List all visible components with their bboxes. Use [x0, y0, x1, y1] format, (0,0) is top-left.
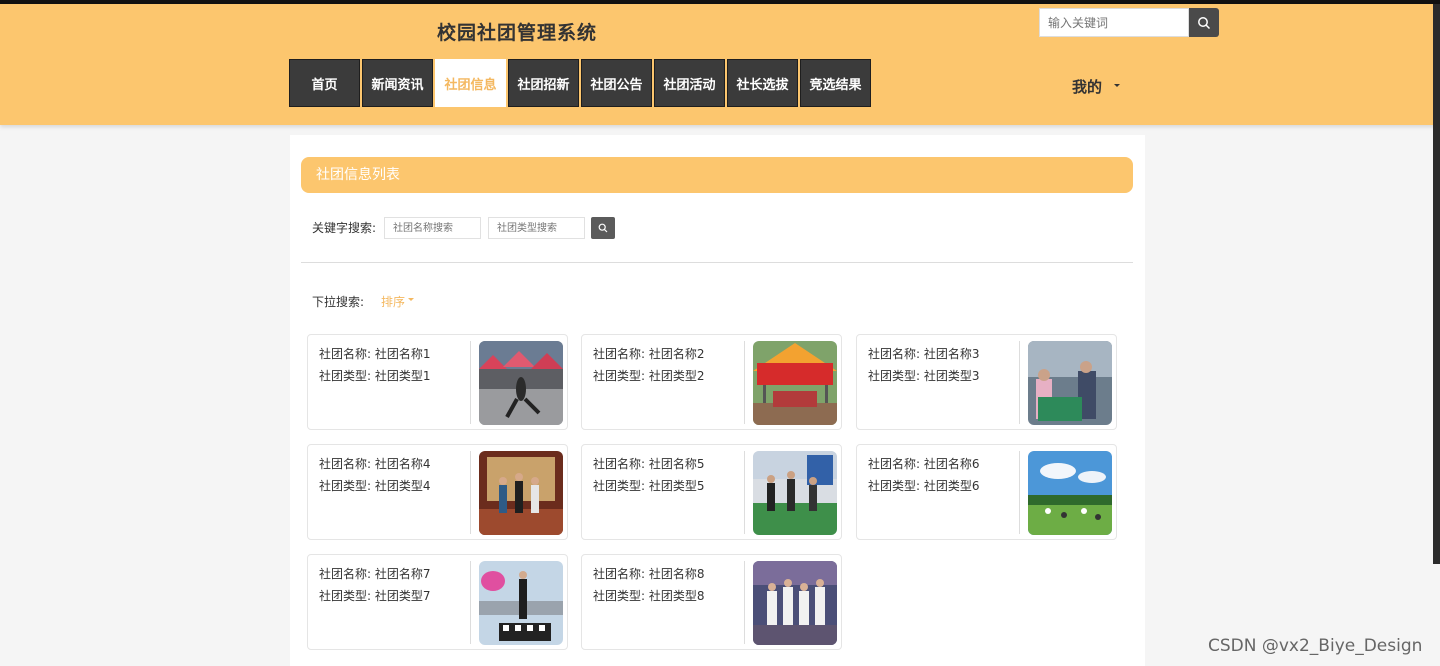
- club-name: 社团名称: 社团名称2: [593, 347, 705, 361]
- club-card[interactable]: 社团名称: 社团名称1 社团类型: 社团类型1: [307, 334, 568, 430]
- club-name-search-input[interactable]: [384, 217, 481, 239]
- keyword-search-label: 关键字搜索:: [312, 221, 377, 235]
- club-type-search-input[interactable]: [488, 217, 585, 239]
- site-search-input[interactable]: [1039, 8, 1189, 37]
- search-icon: [1198, 16, 1211, 29]
- club-card[interactable]: 社团名称: 社团名称8 社团类型: 社团类型8: [581, 554, 842, 650]
- user-menu[interactable]: 我的: [1072, 76, 1102, 97]
- club-name: 社团名称: 社团名称8: [593, 567, 705, 581]
- watermark: CSDN @vx2_Biye_Design: [1208, 636, 1423, 656]
- scrollbar[interactable]: [1433, 4, 1440, 564]
- club-photo[interactable]: [753, 561, 837, 645]
- club-card[interactable]: 社团名称: 社团名称2 社团类型: 社团类型2: [581, 334, 842, 430]
- site-title: 校园社团管理系统: [437, 22, 598, 44]
- club-type: 社团类型: 社团类型7: [319, 589, 431, 603]
- card-divider: [744, 561, 745, 644]
- card-divider: [744, 341, 745, 424]
- club-type: 社团类型: 社团类型1: [319, 369, 431, 383]
- club-type: 社团类型: 社团类型6: [868, 479, 980, 493]
- club-card[interactable]: 社团名称: 社团名称7 社团类型: 社团类型7: [307, 554, 568, 650]
- club-name: 社团名称: 社团名称3: [868, 347, 980, 361]
- club-photo[interactable]: [1028, 341, 1112, 425]
- club-photo[interactable]: [1028, 451, 1112, 535]
- card-divider: [470, 561, 471, 644]
- nav-activity[interactable]: 社团活动: [654, 59, 725, 107]
- divider: [301, 262, 1133, 263]
- nav-club-info[interactable]: 社团信息: [435, 59, 506, 107]
- club-card[interactable]: 社团名称: 社团名称5 社团类型: 社团类型5: [581, 444, 842, 540]
- main-nav: 首页 新闻资讯 社团信息 社团招新 社团公告 社团活动 社长选拔 竞选结果: [289, 59, 873, 107]
- nav-notice[interactable]: 社团公告: [581, 59, 652, 107]
- club-type: 社团类型: 社团类型2: [593, 369, 705, 383]
- nav-election[interactable]: 社长选拔: [727, 59, 798, 107]
- club-name: 社团名称: 社团名称7: [319, 567, 431, 581]
- club-name: 社团名称: 社团名称5: [593, 457, 705, 471]
- club-type: 社团类型: 社团类型3: [868, 369, 980, 383]
- nav-news[interactable]: 新闻资讯: [362, 59, 433, 107]
- card-divider: [470, 451, 471, 534]
- dropdown-search-label: 下拉搜索:: [312, 295, 365, 309]
- club-card[interactable]: 社团名称: 社团名称6 社团类型: 社团类型6: [856, 444, 1117, 540]
- list-title: 社团信息列表: [301, 157, 1133, 193]
- main-panel: 社团信息列表 关键字搜索: 下拉搜索: 排序 社团名称: 社团名称1 社团类型: …: [290, 135, 1145, 666]
- club-type: 社团类型: 社团类型5: [593, 479, 705, 493]
- card-divider: [470, 341, 471, 424]
- nav-home[interactable]: 首页: [289, 59, 360, 107]
- chevron-down-icon: [408, 298, 414, 301]
- club-name: 社团名称: 社团名称6: [868, 457, 980, 471]
- site-header: 校园社团管理系统 首页 新闻资讯 社团信息 社团招新 社团公告 社团活动 社长选…: [0, 4, 1440, 125]
- club-type: 社团类型: 社团类型4: [319, 479, 431, 493]
- club-name: 社团名称: 社团名称1: [319, 347, 431, 361]
- club-card[interactable]: 社团名称: 社团名称3 社团类型: 社团类型3: [856, 334, 1117, 430]
- club-photo[interactable]: [479, 341, 563, 425]
- club-type: 社团类型: 社团类型8: [593, 589, 705, 603]
- club-photo[interactable]: [753, 451, 837, 535]
- chevron-down-icon: [1114, 84, 1120, 87]
- club-photo[interactable]: [479, 451, 563, 535]
- site-search-button[interactable]: [1189, 8, 1219, 37]
- sort-dropdown[interactable]: 排序: [381, 293, 405, 310]
- card-divider: [744, 451, 745, 534]
- filter-search-button[interactable]: [591, 217, 615, 239]
- club-photo[interactable]: [753, 341, 837, 425]
- nav-result[interactable]: 竞选结果: [800, 59, 871, 107]
- search-icon: [598, 223, 608, 233]
- club-card[interactable]: 社团名称: 社团名称4 社团类型: 社团类型4: [307, 444, 568, 540]
- card-divider: [1019, 451, 1020, 534]
- club-name: 社团名称: 社团名称4: [319, 457, 431, 471]
- club-photo[interactable]: [479, 561, 563, 645]
- card-divider: [1019, 341, 1020, 424]
- nav-recruit[interactable]: 社团招新: [508, 59, 579, 107]
